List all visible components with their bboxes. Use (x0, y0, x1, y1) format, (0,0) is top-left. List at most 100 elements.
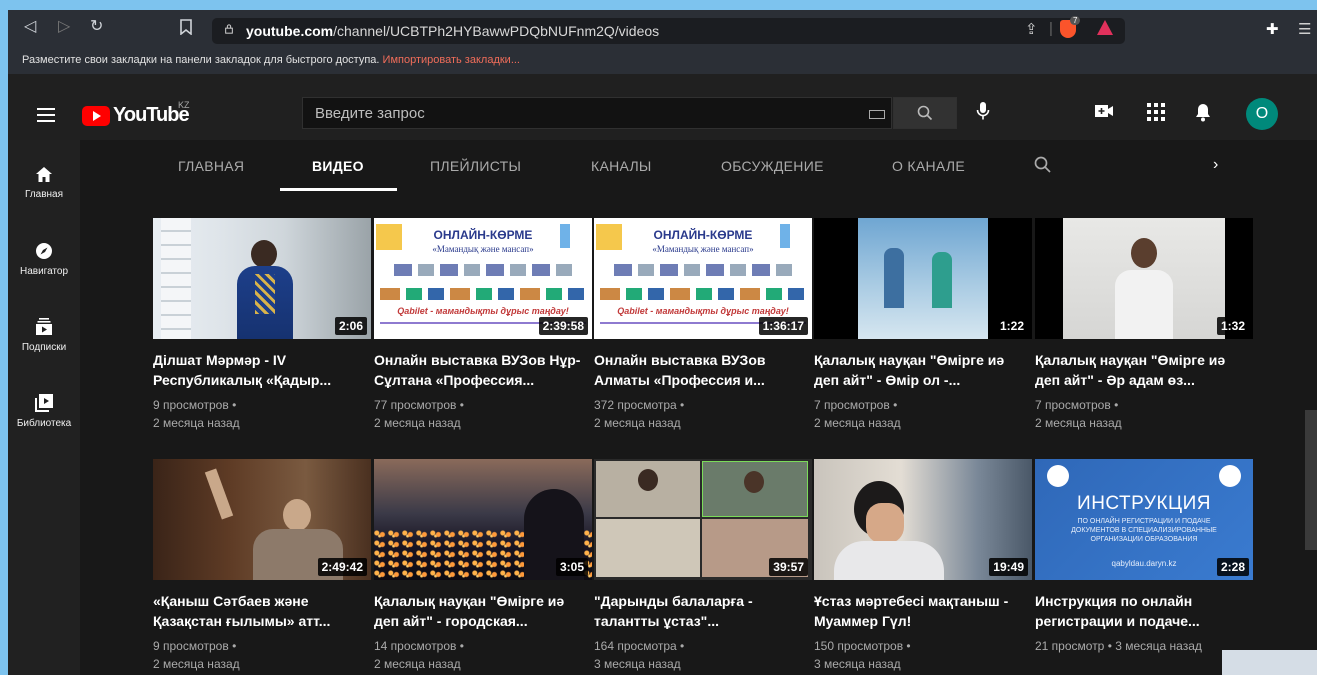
tab-playlists[interactable]: ПЛЕЙЛИСТЫ (430, 158, 521, 174)
video-card[interactable]: 1:32 Қалалық науқан "Өмірге иә деп айт" … (1035, 218, 1253, 432)
video-title[interactable]: «Қаныш Сәтбаев және Қазақстан ғылымы» ат… (153, 591, 365, 631)
extensions-icon[interactable]: ✚ (1266, 20, 1279, 38)
tab-home[interactable]: ГЛАВНАЯ (178, 158, 244, 174)
video-card[interactable]: 2:49:42 «Қаныш Сәтбаев және Қазақстан ғы… (153, 459, 371, 673)
video-thumbnail[interactable]: 3:05 (374, 459, 592, 580)
video-thumbnail[interactable]: 1:32 (1035, 218, 1253, 339)
url-text: youtube.com/channel/UCBTPh2HYBawwPDQbNUF… (246, 23, 660, 39)
guide-item-home[interactable]: Главная (8, 166, 80, 200)
guide-sidebar: Главная Навигатор Подписки Библиотека (8, 140, 80, 675)
active-tab-indicator (280, 188, 397, 191)
video-title[interactable]: Ділшат Мәрмәр - IV Республикалық «Қадыр.… (153, 350, 365, 390)
guide-item-explore[interactable]: Навигатор (8, 242, 80, 277)
forward-icon[interactable]: ▷ (58, 19, 70, 35)
video-meta: 372 просмотра • 2 месяца назад (594, 398, 685, 430)
browser-window: ◁ ▷ ↻ youtube.com/channel/UCBTPh2HYBawwP… (8, 10, 1317, 675)
video-title[interactable]: Ұстаз мәртебесі мақтаныш - Муаммер Гүл! (814, 591, 1026, 631)
video-thumbnail[interactable]: ОНЛАЙН-КӨРМЕ «Мамандық және мансап» Qabi… (374, 218, 592, 339)
separator: | (1049, 20, 1053, 37)
video-thumbnail[interactable]: 19:49 (814, 459, 1032, 580)
video-duration: 2:39:58 (538, 317, 588, 335)
video-card[interactable]: 3:05 Қалалық науқан "Өмірге иә деп айт" … (374, 459, 592, 673)
video-duration: 19:49 (989, 558, 1028, 576)
channel-search-icon[interactable] (1034, 156, 1052, 174)
guide-item-subscriptions[interactable]: Подписки (8, 318, 80, 353)
search-button[interactable] (893, 97, 957, 129)
video-title[interactable]: Инструкция по онлайн регистрации и подач… (1035, 591, 1247, 631)
lock-icon (225, 24, 233, 34)
library-icon (35, 394, 53, 412)
search-input[interactable]: Введите запрос (302, 97, 892, 129)
back-icon[interactable]: ◁ (24, 19, 36, 35)
video-card[interactable]: 1:22 Қалалық науқан "Өмірге иә деп айт" … (814, 218, 1032, 432)
video-meta: 7 просмотров • 2 месяца назад (814, 398, 901, 430)
tab-videos[interactable]: ВИДЕО (312, 158, 364, 174)
video-thumbnail[interactable]: 1:22 (814, 218, 1032, 339)
video-meta: 7 просмотров • 2 месяца назад (1035, 398, 1122, 430)
video-grid: 2:06 Ділшат Мәрмәр - IV Республикалық «Қ… (80, 192, 1317, 675)
video-duration: 2:06 (334, 317, 367, 335)
country-code: KZ (178, 100, 190, 110)
youtube-play-icon (82, 105, 110, 126)
keyboard-icon[interactable] (869, 110, 885, 119)
compass-icon (36, 243, 52, 259)
video-thumbnail[interactable]: ИНСТРУКЦИЯ ПО ОНЛАЙН РЕГИСТРАЦИИ И ПОДАЧ… (1035, 459, 1253, 580)
browser-toolbar: ◁ ▷ ↻ youtube.com/channel/UCBTPh2HYBawwP… (8, 10, 1317, 74)
video-title[interactable]: "Дарынды балаларға - талантты ұстаз"... (594, 591, 806, 631)
video-meta: 77 просмотров • 2 месяца назад (374, 398, 464, 430)
video-card[interactable]: 39:57 "Дарынды балаларға - талантты ұста… (594, 459, 812, 673)
hamburger-menu-icon[interactable] (37, 108, 55, 126)
video-title[interactable]: Қалалық науқан "Өмірге иә деп айт" - гор… (374, 591, 586, 631)
video-duration: 1:22 (995, 317, 1028, 335)
search-placeholder: Введите запрос (315, 105, 425, 122)
share-icon[interactable]: ⇪ (1025, 20, 1038, 38)
menu-icon[interactable]: ☰ (1298, 20, 1311, 38)
address-bar[interactable]: youtube.com/channel/UCBTPh2HYBawwPDQbNUF… (212, 18, 1125, 44)
youtube-logo[interactable]: YouTube KZ (82, 100, 190, 127)
video-duration: 2:49:42 (317, 558, 367, 576)
video-duration: 2:28 (1216, 558, 1249, 576)
channel-tabs: ГЛАВНАЯ ВИДЕО ПЛЕЙЛИСТЫ КАНАЛЫ ОБСУЖДЕНИ… (80, 140, 1317, 192)
video-card[interactable]: ИНСТРУКЦИЯ ПО ОНЛАЙН РЕГИСТРАЦИИ И ПОДАЧ… (1035, 459, 1253, 655)
import-bookmarks-link[interactable]: Импортировать закладки... (383, 54, 520, 66)
home-icon (36, 167, 52, 182)
video-duration: 39:57 (769, 558, 808, 576)
reload-icon[interactable]: ↻ (90, 19, 103, 35)
tab-channels[interactable]: КАНАЛЫ (591, 158, 652, 174)
microphone-icon[interactable] (976, 101, 990, 121)
guide-item-library[interactable]: Библиотека (8, 394, 80, 429)
video-title[interactable]: Онлайн выставка ВУЗов Нұр-Сұлтана «Профе… (374, 350, 586, 390)
video-duration: 1:32 (1216, 317, 1249, 335)
channel-content: ГЛАВНАЯ ВИДЕО ПЛЕЙЛИСТЫ КАНАЛЫ ОБСУЖДЕНИ… (80, 140, 1317, 675)
search-icon (917, 105, 933, 121)
video-card[interactable]: ОНЛАЙН-КӨРМЕ «Мамандық және мансап» Qabi… (594, 218, 812, 432)
video-title[interactable]: Қалалық науқан "Өмірге иә деп айт" - Өмі… (814, 350, 1026, 390)
video-meta: 14 просмотров • 2 месяца назад (374, 639, 464, 671)
video-card[interactable]: 19:49 Ұстаз мәртебесі мақтаныш - Муаммер… (814, 459, 1032, 673)
notifications-bell-icon[interactable] (1195, 103, 1211, 122)
picture-in-picture-preview[interactable] (1222, 650, 1317, 675)
video-thumbnail[interactable]: 39:57 (594, 459, 812, 580)
video-meta: 9 просмотров • 2 месяца назад (153, 398, 240, 430)
video-title[interactable]: Қалалық науқан "Өмірге иә деп айт" - Әр … (1035, 350, 1247, 390)
video-meta: 164 просмотра • 3 месяца назад (594, 639, 685, 671)
apps-grid-icon[interactable] (1147, 103, 1165, 121)
video-meta: 21 просмотр • 3 месяца назад (1035, 639, 1202, 653)
brave-rewards-icon[interactable] (1097, 20, 1113, 35)
video-thumbnail[interactable]: ОНЛАЙН-КӨРМЕ «Мамандық және мансап» Qabi… (594, 218, 812, 339)
tab-about[interactable]: О КАНАЛЕ (892, 158, 965, 174)
tab-discussion[interactable]: ОБСУЖДЕНИЕ (721, 158, 824, 174)
video-card[interactable]: ОНЛАЙН-КӨРМЕ «Мамандық және мансап» Qabi… (374, 218, 592, 432)
video-title[interactable]: Онлайн выставка ВУЗов Алматы «Профессия … (594, 350, 806, 390)
create-video-icon[interactable] (1094, 103, 1114, 119)
video-duration: 3:05 (555, 558, 588, 576)
video-thumbnail[interactable]: 2:49:42 (153, 459, 371, 580)
video-thumbnail[interactable]: 2:06 (153, 218, 371, 339)
subscriptions-icon (36, 318, 52, 335)
video-meta: 9 просмотров • 2 месяца назад (153, 639, 240, 671)
chevron-right-icon[interactable]: › (1213, 156, 1218, 174)
page-scrollbar[interactable] (1305, 410, 1317, 550)
account-avatar[interactable]: О (1246, 98, 1278, 130)
bookmark-icon[interactable] (180, 19, 192, 39)
video-card[interactable]: 2:06 Ділшат Мәрмәр - IV Республикалық «Қ… (153, 218, 371, 432)
